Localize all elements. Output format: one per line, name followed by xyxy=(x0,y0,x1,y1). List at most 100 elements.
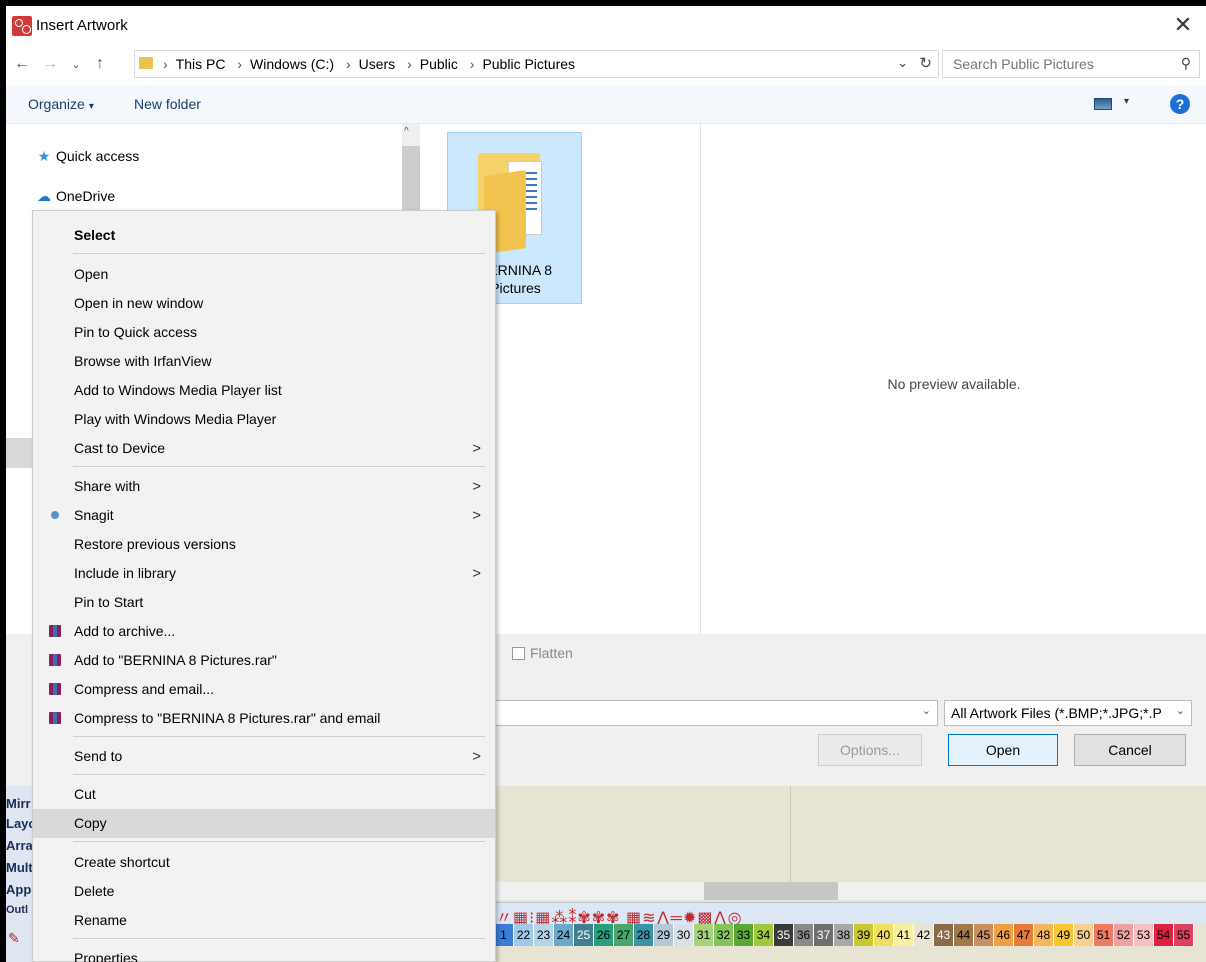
menu-item-copy[interactable]: Copy xyxy=(33,809,495,838)
file-type-select[interactable]: All Artwork Files (*.BMP;*.JPG;*.P ⌄ xyxy=(944,700,1192,726)
address-bar[interactable]: › This PC › Windows (C:) › Users › Public › P… xyxy=(134,50,939,78)
menu-item-play-wmp[interactable]: Play with Windows Media Player xyxy=(33,405,495,434)
palette-swatch[interactable]: 38 xyxy=(834,924,854,946)
menu-item-include-library[interactable]: Include in library > xyxy=(33,559,495,588)
palette-swatch[interactable]: 53 xyxy=(1134,924,1154,946)
palette-swatch[interactable]: 44 xyxy=(954,924,974,946)
palette-swatch[interactable]: 41 xyxy=(894,924,914,946)
palette-swatch[interactable]: 32 xyxy=(714,924,734,946)
pen-tool-icon[interactable]: ✎ xyxy=(8,930,20,947)
up-arrow-icon[interactable]: ↑ xyxy=(90,55,110,73)
palette-swatch[interactable]: 39 xyxy=(854,924,874,946)
help-icon[interactable]: ? xyxy=(1170,94,1190,114)
view-options-caret-icon[interactable]: ▾ xyxy=(1124,96,1129,107)
palette-swatch[interactable]: 26 xyxy=(594,924,614,946)
left-panel-label[interactable]: Layo xyxy=(6,816,32,836)
palette-swatch[interactable]: 51 xyxy=(1094,924,1114,946)
breadcrumb-public[interactable]: Public xyxy=(420,56,458,72)
organize-menu[interactable]: Organize ▾ xyxy=(28,96,94,112)
left-panel-label[interactable]: Arra xyxy=(6,838,32,858)
palette-swatch[interactable]: 27 xyxy=(614,924,634,946)
menu-item-properties[interactable]: Properties xyxy=(33,944,495,962)
options-button[interactable]: Options... xyxy=(818,734,922,766)
palette-swatch[interactable]: 34 xyxy=(754,924,774,946)
palette-swatch[interactable]: 29 xyxy=(654,924,674,946)
palette-swatch[interactable]: 49 xyxy=(1054,924,1074,946)
left-panel-label[interactable]: App xyxy=(6,882,32,902)
background-scrollbar-thumb[interactable] xyxy=(704,882,838,900)
nav-item-onedrive[interactable]: ☁ OneDrive xyxy=(36,188,115,205)
background-scrollbar[interactable] xyxy=(494,882,1206,900)
menu-item-restore-versions[interactable]: Restore previous versions xyxy=(33,530,495,559)
palette-swatch[interactable]: 1 xyxy=(494,924,514,946)
palette-swatch[interactable]: 46 xyxy=(994,924,1014,946)
palette-swatch[interactable]: 25 xyxy=(574,924,594,946)
back-arrow-icon[interactable]: ← xyxy=(12,55,32,73)
menu-item-cast-to-device[interactable]: Cast to Device > xyxy=(33,434,495,463)
menu-item-compress-email[interactable]: Compress and email... xyxy=(33,675,495,704)
cancel-button[interactable]: Cancel xyxy=(1074,734,1186,766)
forward-arrow-icon[interactable]: → xyxy=(40,55,60,73)
refresh-icon[interactable]: ↻ xyxy=(919,54,932,72)
palette-swatch[interactable]: 45 xyxy=(974,924,994,946)
palette-swatch[interactable]: 35 xyxy=(774,924,794,946)
file-name-combobox[interactable]: ⌄ xyxy=(492,700,938,726)
palette-swatch[interactable]: 50 xyxy=(1074,924,1094,946)
chevron-down-icon[interactable]: ⌄ xyxy=(1173,704,1185,717)
menu-item-delete[interactable]: Delete xyxy=(33,877,495,906)
menu-item-pin-start[interactable]: Pin to Start xyxy=(33,588,495,617)
palette-swatch[interactable]: 31 xyxy=(694,924,714,946)
menu-item-add-to-rar[interactable]: Add to "BERNINA 8 Pictures.rar" xyxy=(33,646,495,675)
breadcrumb-this-pc[interactable]: This PC xyxy=(176,56,226,72)
recent-locations-chevron-icon[interactable]: ⌄ xyxy=(66,58,86,71)
left-panel-label[interactable]: Mult xyxy=(6,860,32,880)
search-input[interactable] xyxy=(943,51,1163,77)
breadcrumb-windows-c[interactable]: Windows (C:) xyxy=(250,56,334,72)
palette-swatch[interactable]: 28 xyxy=(634,924,654,946)
menu-item-cut[interactable]: Cut xyxy=(33,780,495,809)
left-panel-label[interactable]: Mirr xyxy=(6,796,32,816)
menu-item-open[interactable]: Open xyxy=(33,260,495,289)
palette-swatch[interactable]: 23 xyxy=(534,924,554,946)
menu-item-snagit[interactable]: Snagit > xyxy=(33,501,495,530)
menu-item-send-to[interactable]: Send to > xyxy=(33,742,495,771)
palette-swatch[interactable]: 33 xyxy=(734,924,754,946)
palette-swatch[interactable]: 30 xyxy=(674,924,694,946)
organize-caret-icon: ▾ xyxy=(88,101,94,112)
scroll-up-icon[interactable]: ^ xyxy=(404,126,409,137)
breadcrumb-public-pictures[interactable]: Public Pictures xyxy=(482,56,575,72)
palette-swatch[interactable]: 48 xyxy=(1034,924,1054,946)
chevron-down-icon[interactable]: ⌄ xyxy=(922,704,931,717)
menu-item-open-new-window[interactable]: Open in new window xyxy=(33,289,495,318)
menu-item-create-shortcut[interactable]: Create shortcut xyxy=(33,848,495,877)
menu-item-add-wmp-list[interactable]: Add to Windows Media Player list xyxy=(33,376,495,405)
palette-swatch[interactable]: 40 xyxy=(874,924,894,946)
close-icon[interactable]: ✕ xyxy=(1170,12,1196,38)
menu-item-share-with[interactable]: Share with > xyxy=(33,472,495,501)
menu-item-rename[interactable]: Rename xyxy=(33,906,495,935)
palette-swatch[interactable]: 36 xyxy=(794,924,814,946)
left-panel-label[interactable]: Outl xyxy=(6,904,32,924)
palette-swatch[interactable]: 43 xyxy=(934,924,954,946)
open-button[interactable]: Open xyxy=(948,734,1058,766)
palette-swatch[interactable]: 54 xyxy=(1154,924,1174,946)
palette-swatch[interactable]: 22 xyxy=(514,924,534,946)
menu-item-pin-quick-access[interactable]: Pin to Quick access xyxy=(33,318,495,347)
flatten-checkbox[interactable]: Flatten xyxy=(512,645,573,661)
menu-item-compress-rar-email[interactable]: Compress to "BERNINA 8 Pictures.rar" and… xyxy=(33,704,495,733)
menu-item-add-archive[interactable]: Add to archive... xyxy=(33,617,495,646)
palette-swatch[interactable]: 42 xyxy=(914,924,934,946)
breadcrumb-users[interactable]: Users xyxy=(359,56,396,72)
menu-item-browse-irfanview[interactable]: Browse with IrfanView xyxy=(33,347,495,376)
new-folder-button[interactable]: New folder xyxy=(134,96,201,112)
nav-item-quick-access[interactable]: ★ Quick access xyxy=(36,148,140,165)
palette-swatch[interactable]: 47 xyxy=(1014,924,1034,946)
address-dropdown-chevron-icon[interactable]: ⌄ xyxy=(897,55,908,71)
menu-item-select[interactable]: Select xyxy=(33,221,495,250)
change-view-icon[interactable] xyxy=(1094,98,1112,110)
palette-swatch[interactable]: 52 xyxy=(1114,924,1134,946)
palette-swatch[interactable]: 37 xyxy=(814,924,834,946)
search-icon[interactable]: ⚲ xyxy=(1181,55,1191,72)
palette-swatch[interactable]: 55 xyxy=(1174,924,1194,946)
palette-swatch[interactable]: 24 xyxy=(554,924,574,946)
